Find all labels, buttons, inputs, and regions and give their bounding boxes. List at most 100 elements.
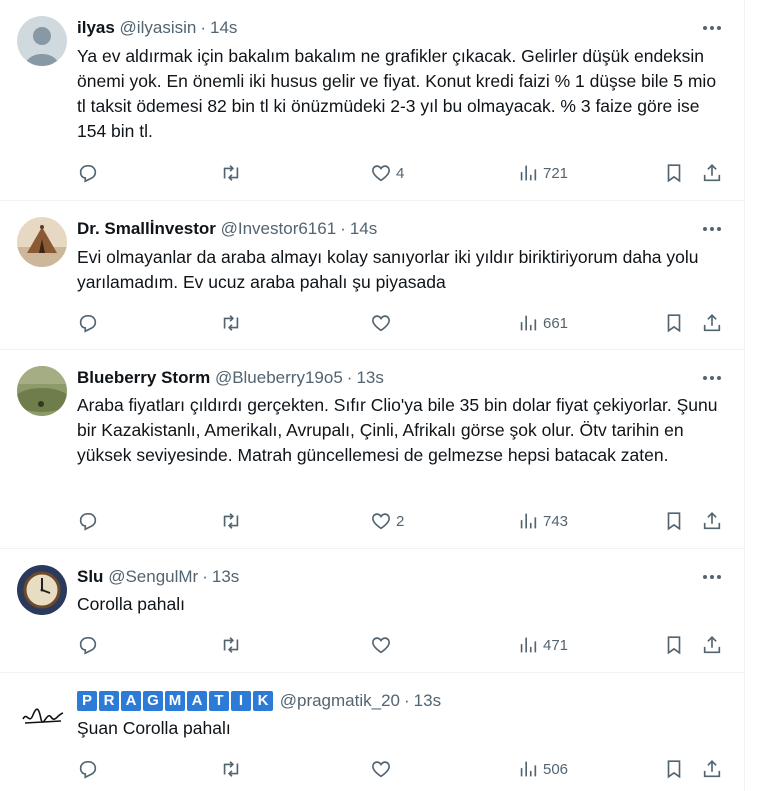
avatar[interactable] bbox=[17, 565, 67, 615]
like-icon bbox=[372, 637, 390, 654]
share-button[interactable] bbox=[701, 633, 723, 657]
avatar[interactable] bbox=[17, 366, 67, 416]
retweet-button[interactable] bbox=[220, 633, 242, 657]
default-avatar-icon bbox=[17, 16, 67, 66]
share-button[interactable] bbox=[701, 757, 723, 781]
user-handle[interactable]: @ilyasisin bbox=[120, 18, 197, 37]
tweet-header: PRAGMATIK @pragmatik_20 · 13s bbox=[77, 689, 441, 713]
action-bar: 4 721 bbox=[77, 161, 727, 185]
dot-separator: · bbox=[202, 567, 208, 586]
timestamp[interactable]: 13s bbox=[414, 691, 441, 710]
share-button[interactable] bbox=[701, 311, 723, 335]
tweet[interactable]: Slu @SengulMr · 13s Corolla pahalı 471 bbox=[0, 549, 744, 673]
share-icon bbox=[703, 512, 721, 530]
views-icon bbox=[520, 165, 537, 181]
bookmark-button[interactable] bbox=[663, 161, 685, 185]
retweet-button[interactable] bbox=[220, 509, 242, 533]
like-icon bbox=[372, 761, 390, 778]
display-name[interactable]: Slu bbox=[77, 567, 103, 586]
dot-separator: · bbox=[340, 219, 346, 238]
view-count: 506 bbox=[543, 760, 569, 778]
avatar[interactable] bbox=[17, 689, 67, 739]
view-count: 661 bbox=[543, 314, 569, 332]
reply-button[interactable] bbox=[77, 633, 99, 657]
view-count: 471 bbox=[543, 636, 569, 654]
tweet[interactable]: Dr. Smallİnvestor @Investor6161 · 14s Evi … bbox=[0, 201, 744, 350]
reply-button[interactable] bbox=[77, 161, 99, 185]
avatar[interactable] bbox=[17, 16, 67, 66]
more-icon[interactable] bbox=[700, 18, 724, 38]
like-button[interactable]: 2 bbox=[370, 509, 404, 533]
like-button[interactable] bbox=[370, 757, 396, 781]
timestamp[interactable]: 14s bbox=[210, 18, 237, 37]
display-name[interactable]: PRAGMATIK bbox=[77, 691, 275, 711]
reply-button[interactable] bbox=[77, 509, 99, 533]
clock-photo-icon bbox=[17, 565, 67, 615]
reply-icon bbox=[79, 637, 97, 655]
tweet-text: Evi olmayanlar da araba almayı kolay san… bbox=[77, 247, 699, 292]
field-photo-icon bbox=[17, 366, 67, 416]
tweet-header: Dr. Smallİnvestor @Investor6161 · 14s bbox=[77, 217, 377, 241]
views-icon bbox=[520, 637, 537, 653]
dot-separator: · bbox=[404, 691, 410, 710]
bookmark-button[interactable] bbox=[663, 509, 685, 533]
retweet-icon bbox=[223, 165, 239, 181]
action-bar: 471 bbox=[77, 633, 727, 657]
dot-separator: · bbox=[346, 368, 353, 387]
display-name[interactable]: ilyas bbox=[77, 18, 115, 37]
bookmark-button[interactable] bbox=[663, 633, 685, 657]
views-button[interactable]: 743 bbox=[517, 509, 568, 533]
tweet[interactable]: PRAGMATIK @pragmatik_20 · 13s Şuan Corolla… bbox=[0, 673, 744, 791]
reply-button[interactable] bbox=[77, 311, 99, 335]
tweet[interactable]: ilyas @ilyasisin · 14s Ya ev aldırmak için… bbox=[0, 0, 744, 201]
views-button[interactable]: 471 bbox=[517, 633, 568, 657]
retweet-icon bbox=[223, 513, 239, 529]
bookmark-button[interactable] bbox=[663, 311, 685, 335]
view-count: 743 bbox=[543, 512, 569, 530]
display-name[interactable]: Blueberry Storm bbox=[77, 368, 210, 387]
tweet-header: Blueberry Storm @Blueberry19o5 · 13s bbox=[77, 366, 384, 390]
views-icon bbox=[520, 315, 537, 331]
share-button[interactable] bbox=[701, 509, 723, 533]
timestamp[interactable]: 13s bbox=[356, 368, 383, 387]
more-icon[interactable] bbox=[700, 219, 724, 239]
action-bar: 506 bbox=[77, 757, 727, 781]
user-handle[interactable]: @SengulMr bbox=[108, 567, 198, 586]
views-button[interactable]: 506 bbox=[517, 757, 568, 781]
tweet[interactable]: Blueberry Storm @Blueberry19o5 · 13s Araba… bbox=[0, 350, 744, 549]
retweet-button[interactable] bbox=[220, 757, 242, 781]
reply-icon bbox=[79, 513, 97, 531]
user-handle[interactable]: @Investor6161 bbox=[221, 219, 337, 238]
bookmark-icon bbox=[667, 314, 681, 333]
bookmark-icon bbox=[667, 760, 681, 779]
share-icon bbox=[703, 164, 721, 182]
timestamp[interactable]: 13s bbox=[212, 567, 239, 586]
retweet-button[interactable] bbox=[220, 161, 242, 185]
like-button[interactable] bbox=[370, 311, 396, 335]
views-button[interactable]: 721 bbox=[517, 161, 568, 185]
user-handle[interactable]: @pragmatik_20 bbox=[280, 691, 400, 710]
name-letter: G bbox=[143, 691, 163, 711]
retweet-icon bbox=[223, 761, 239, 777]
retweet-button[interactable] bbox=[220, 311, 242, 335]
views-icon bbox=[520, 761, 537, 777]
share-icon bbox=[703, 636, 721, 654]
tweet-text: Ya ev aldırmak için bakalım bakalım ne g… bbox=[77, 46, 717, 141]
tweet-text: Şuan Corolla pahalı bbox=[77, 718, 231, 738]
bookmark-button[interactable] bbox=[663, 757, 685, 781]
name-letter: I bbox=[231, 691, 251, 711]
timestamp[interactable]: 14s bbox=[350, 219, 377, 238]
more-icon[interactable] bbox=[700, 368, 724, 388]
reply-button[interactable] bbox=[77, 757, 99, 781]
user-handle[interactable]: @Blueberry19o5 bbox=[215, 368, 343, 387]
like-button[interactable] bbox=[370, 633, 396, 657]
like-icon bbox=[372, 513, 390, 530]
display-name[interactable]: Dr. Smallİnvestor bbox=[77, 219, 216, 238]
views-button[interactable]: 661 bbox=[517, 311, 568, 335]
share-button[interactable] bbox=[701, 161, 723, 185]
like-button[interactable]: 4 bbox=[370, 161, 404, 185]
more-icon[interactable] bbox=[700, 567, 724, 587]
reply-icon bbox=[79, 315, 97, 333]
share-icon bbox=[703, 760, 721, 778]
avatar[interactable] bbox=[17, 217, 67, 267]
